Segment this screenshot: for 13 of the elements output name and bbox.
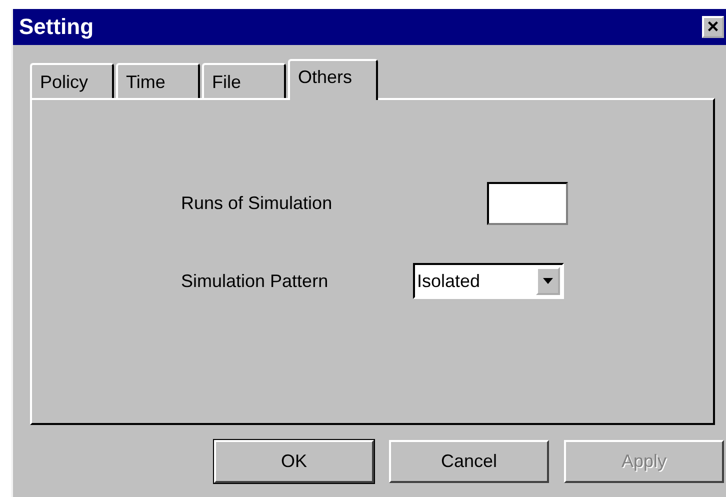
dialog-button[interactable]: Cancel bbox=[389, 440, 549, 483]
window-title: Setting bbox=[19, 14, 94, 40]
dropdown-arrow-icon bbox=[543, 278, 553, 284]
dialog-button[interactable]: OK bbox=[214, 440, 374, 483]
tab[interactable]: Policy bbox=[30, 63, 114, 98]
field-label: Runs of Simulation bbox=[180, 193, 332, 214]
close-button[interactable]: × bbox=[702, 16, 724, 38]
tab[interactable]: Others bbox=[288, 59, 378, 100]
tab[interactable]: File bbox=[202, 63, 286, 98]
tab[interactable]: Time bbox=[116, 63, 200, 98]
pattern-dropdown[interactable]: Isolated bbox=[413, 263, 564, 299]
field-label: Simulation Pattern bbox=[180, 270, 328, 292]
runs-input-field[interactable] bbox=[487, 182, 568, 225]
